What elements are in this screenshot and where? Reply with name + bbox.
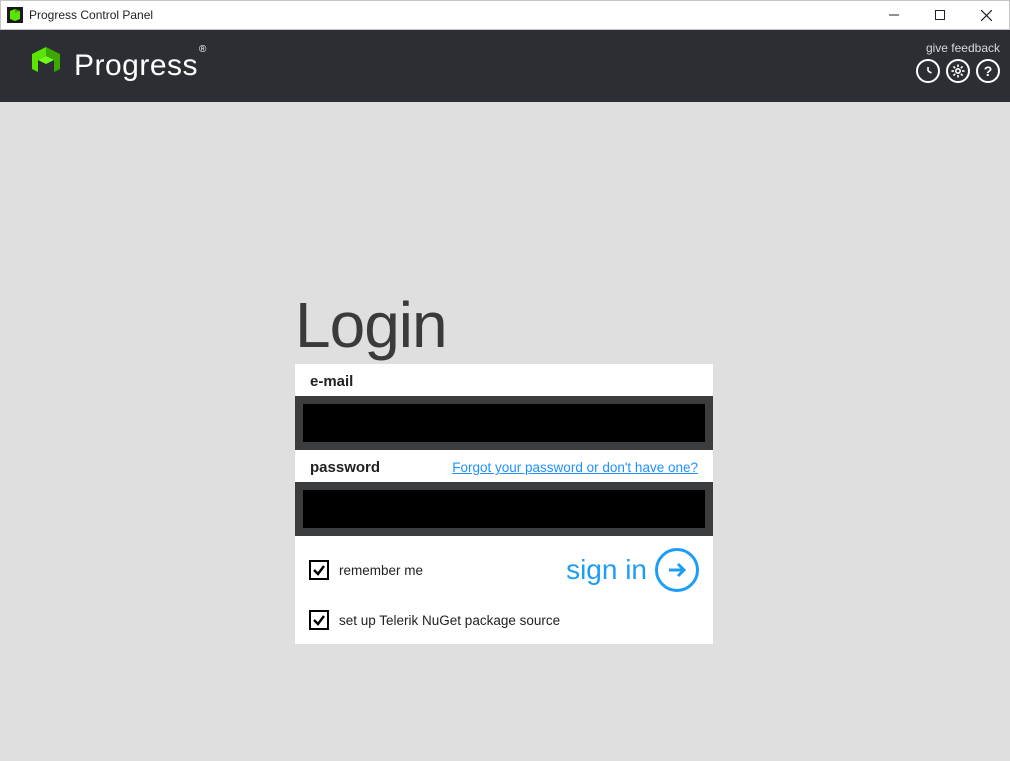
login-bottom: remember me sign in set up Telerik (295, 536, 713, 644)
titlebar: Progress Control Panel (0, 0, 1010, 30)
login-card: e-mail password Forgot your password or … (295, 364, 713, 644)
header: Progress® give feedback (0, 30, 1010, 102)
password-input-wrap (295, 482, 713, 536)
nuget-label: set up Telerik NuGet package source (339, 613, 560, 628)
remember-me-checkbox[interactable] (309, 560, 329, 580)
nuget-checkbox[interactable] (309, 610, 329, 630)
app-icon (7, 7, 23, 23)
remember-me-label: remember me (339, 563, 423, 578)
email-label: e-mail (310, 373, 353, 390)
minimize-button[interactable] (871, 1, 917, 29)
arrow-right-icon (655, 548, 699, 592)
gear-icon[interactable] (946, 59, 970, 83)
email-input-wrap (295, 396, 713, 450)
feedback-link[interactable]: give feedback (926, 41, 1000, 55)
password-section: password Forgot your password or don't h… (295, 450, 713, 476)
remember-me-row: remember me (309, 560, 423, 580)
brand: Progress® (28, 44, 206, 89)
clock-icon[interactable] (916, 59, 940, 83)
maximize-button[interactable] (917, 1, 963, 29)
brand-icon (28, 44, 64, 89)
titlebar-left: Progress Control Panel (7, 7, 153, 23)
email-section: e-mail (295, 364, 713, 390)
help-icon[interactable]: ? (976, 59, 1000, 83)
window-controls (871, 1, 1009, 29)
nuget-row: set up Telerik NuGet package source (309, 610, 699, 630)
password-label: password (310, 459, 380, 476)
password-input[interactable] (303, 490, 705, 528)
remember-signin-row: remember me sign in (309, 548, 699, 592)
brand-text: Progress® (74, 49, 206, 83)
email-input[interactable] (303, 404, 705, 442)
close-button[interactable] (963, 1, 1009, 29)
sign-in-label: sign in (566, 554, 647, 586)
header-icons: ? (916, 59, 1000, 83)
window-title: Progress Control Panel (29, 8, 153, 22)
forgot-password-link[interactable]: Forgot your password or don't have one? (452, 460, 698, 475)
sign-in-button[interactable]: sign in (566, 548, 699, 592)
login-title: Login (295, 288, 713, 362)
login-area: Login e-mail password Forgot your passwo… (295, 288, 713, 644)
header-right: give feedback (916, 41, 1000, 83)
